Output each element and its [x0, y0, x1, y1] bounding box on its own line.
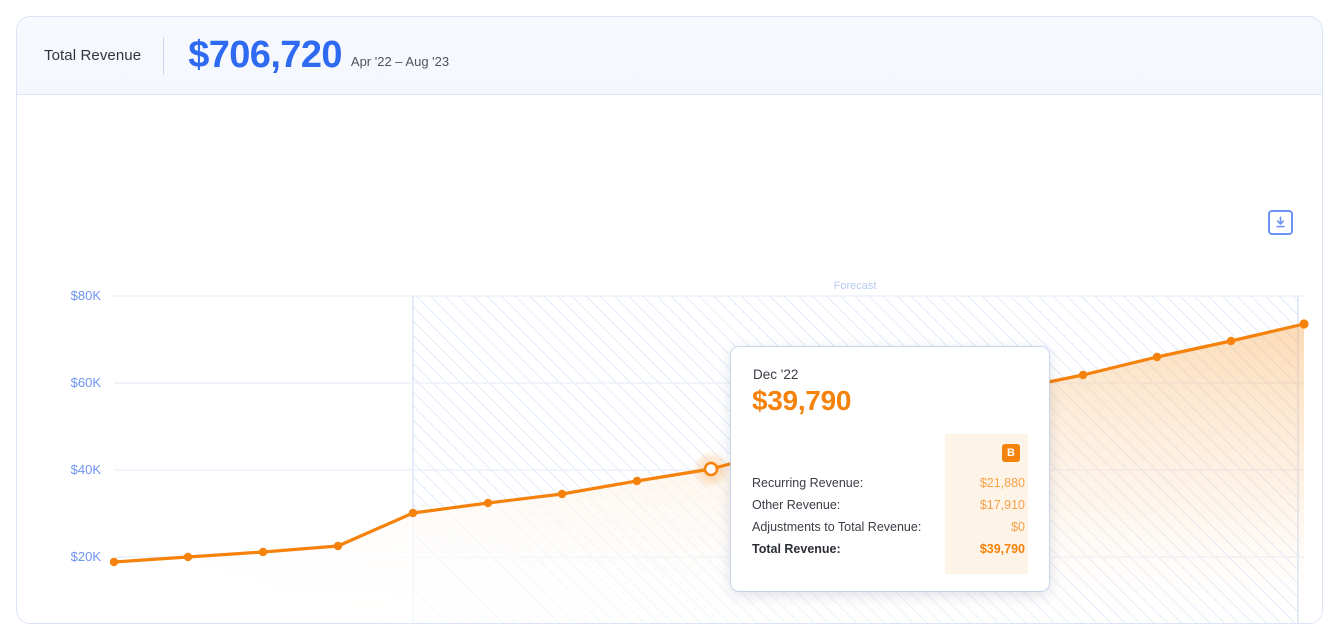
highlighted-data-point	[692, 450, 730, 488]
tooltip-total-value: $39,790	[752, 385, 851, 417]
chart-canvas	[17, 95, 1323, 624]
forecast-label: Forecast	[834, 280, 877, 292]
tooltip-row-label: Total Revenue:	[752, 542, 841, 556]
header-divider	[163, 37, 164, 75]
tooltip-row-label: Other Revenue:	[752, 498, 840, 512]
tooltip-row-adjustments: Adjustments to Total Revenue: $0	[752, 516, 1028, 538]
revenue-line-chart: Forecast $80K $60K $40K $20K $0 Apr '22 …	[17, 95, 1323, 624]
tooltip-row-label: Recurring Revenue:	[752, 476, 863, 490]
revenue-card: Total Revenue $706,720 Apr '22 – Aug '23	[16, 16, 1323, 624]
metric-date-range: Apr '22 – Aug '23	[351, 54, 449, 69]
tooltip-row-value: $17,910	[980, 498, 1028, 512]
y-tick-20k: $20K	[21, 549, 101, 564]
tooltip-row-value: $21,880	[980, 476, 1028, 490]
y-tick-80k: $80K	[21, 288, 101, 303]
y-tick-40k: $40K	[21, 462, 101, 477]
card-header: Total Revenue $706,720 Apr '22 – Aug '23	[17, 17, 1322, 95]
metric-value: $706,720	[188, 34, 342, 77]
card-body: Forecast $80K $60K $40K $20K $0 Apr '22 …	[17, 95, 1322, 624]
tooltip-date: Dec '22	[753, 367, 798, 382]
tooltip-row-recurring-revenue: Recurring Revenue: $21,880	[752, 472, 1028, 494]
scenario-badge: B	[1002, 444, 1020, 462]
metric-label: Total Revenue	[44, 47, 141, 64]
tooltip-row-value: $0	[1011, 520, 1028, 534]
chart-tooltip: Dec '22 $39,790 B Recurring Revenue: $21…	[731, 347, 1049, 591]
tooltip-row-label: Adjustments to Total Revenue:	[752, 520, 921, 534]
tooltip-row-value: $39,790	[980, 542, 1028, 556]
tooltip-rows: Recurring Revenue: $21,880 Other Revenue…	[752, 472, 1028, 560]
y-tick-60k: $60K	[21, 375, 101, 390]
tooltip-row-other-revenue: Other Revenue: $17,910	[752, 494, 1028, 516]
tooltip-row-total-revenue: Total Revenue: $39,790	[752, 538, 1028, 560]
